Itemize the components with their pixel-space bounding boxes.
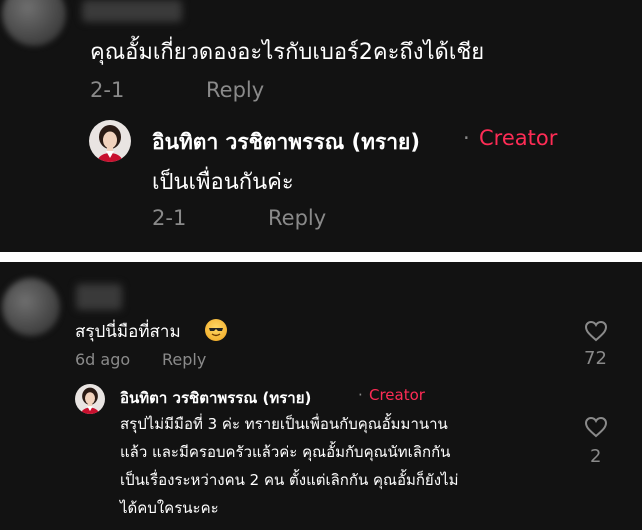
commenter-name-blurred[interactable]	[76, 284, 122, 310]
smiling-face-with-sunglasses-icon	[205, 319, 227, 341]
reply-button[interactable]: Reply	[206, 78, 264, 102]
reply-date: 2-1	[152, 206, 187, 230]
like-count: 72	[584, 348, 607, 369]
like-heart-icon[interactable]	[584, 416, 608, 438]
creator-avatar[interactable]	[89, 120, 131, 162]
comment-text: สรุปนี่มือที่สาม	[75, 322, 181, 342]
comment-date: 2-1	[90, 78, 125, 102]
comment-text: คุณอั้มเกี่ยวดองอะไรกับเบอร์2คะถึงได้เชี…	[90, 40, 485, 65]
reply-text-line: แล้ว และมีครอบครัวแล้วค่ะ คุณอั้มกับคุณน…	[120, 443, 451, 461]
bottom-comment-thread: สรุปนี่มือที่สาม 6d ago Reply 72 อินทิตา…	[0, 262, 642, 530]
reply-text-line: เป็นเรื่องระหว่างคน 2 คน ตั้งแต่เลิกกัน …	[120, 471, 459, 489]
like-heart-icon[interactable]	[584, 320, 608, 342]
commenter-avatar-blurred[interactable]	[2, 0, 66, 46]
reply-text-line: สรุปไม่มีมือที่ 3 ค่ะ ทรายเป็นเพื่อนกับค…	[120, 415, 448, 433]
creator-name[interactable]: อินทิตา วรชิตาพรรณ (ทราย)	[120, 386, 311, 410]
top-comment-thread: คุณอั้มเกี่ยวดองอะไรกับเบอร์2คะถึงได้เชี…	[0, 0, 642, 252]
creator-badge: Creator	[479, 126, 558, 150]
separator-dot: ·	[463, 126, 470, 150]
reply-text-line: ได้คบใครนะคะ	[120, 499, 219, 517]
separator-dot: ·	[358, 386, 363, 404]
reply-text: เป็นเพื่อนกันค่ะ	[152, 170, 294, 195]
reply-button[interactable]: Reply	[268, 206, 326, 230]
creator-name[interactable]: อินทิตา วรชิตาพรรณ (ทราย)	[152, 126, 420, 159]
commenter-avatar-blurred[interactable]	[2, 278, 60, 336]
creator-badge: Creator	[369, 386, 425, 404]
commenter-name-blurred[interactable]	[82, 0, 182, 22]
comment-date: 6d ago	[75, 350, 131, 369]
creator-avatar[interactable]	[75, 384, 105, 414]
reply-button[interactable]: Reply	[162, 350, 206, 369]
like-count: 2	[590, 446, 602, 467]
